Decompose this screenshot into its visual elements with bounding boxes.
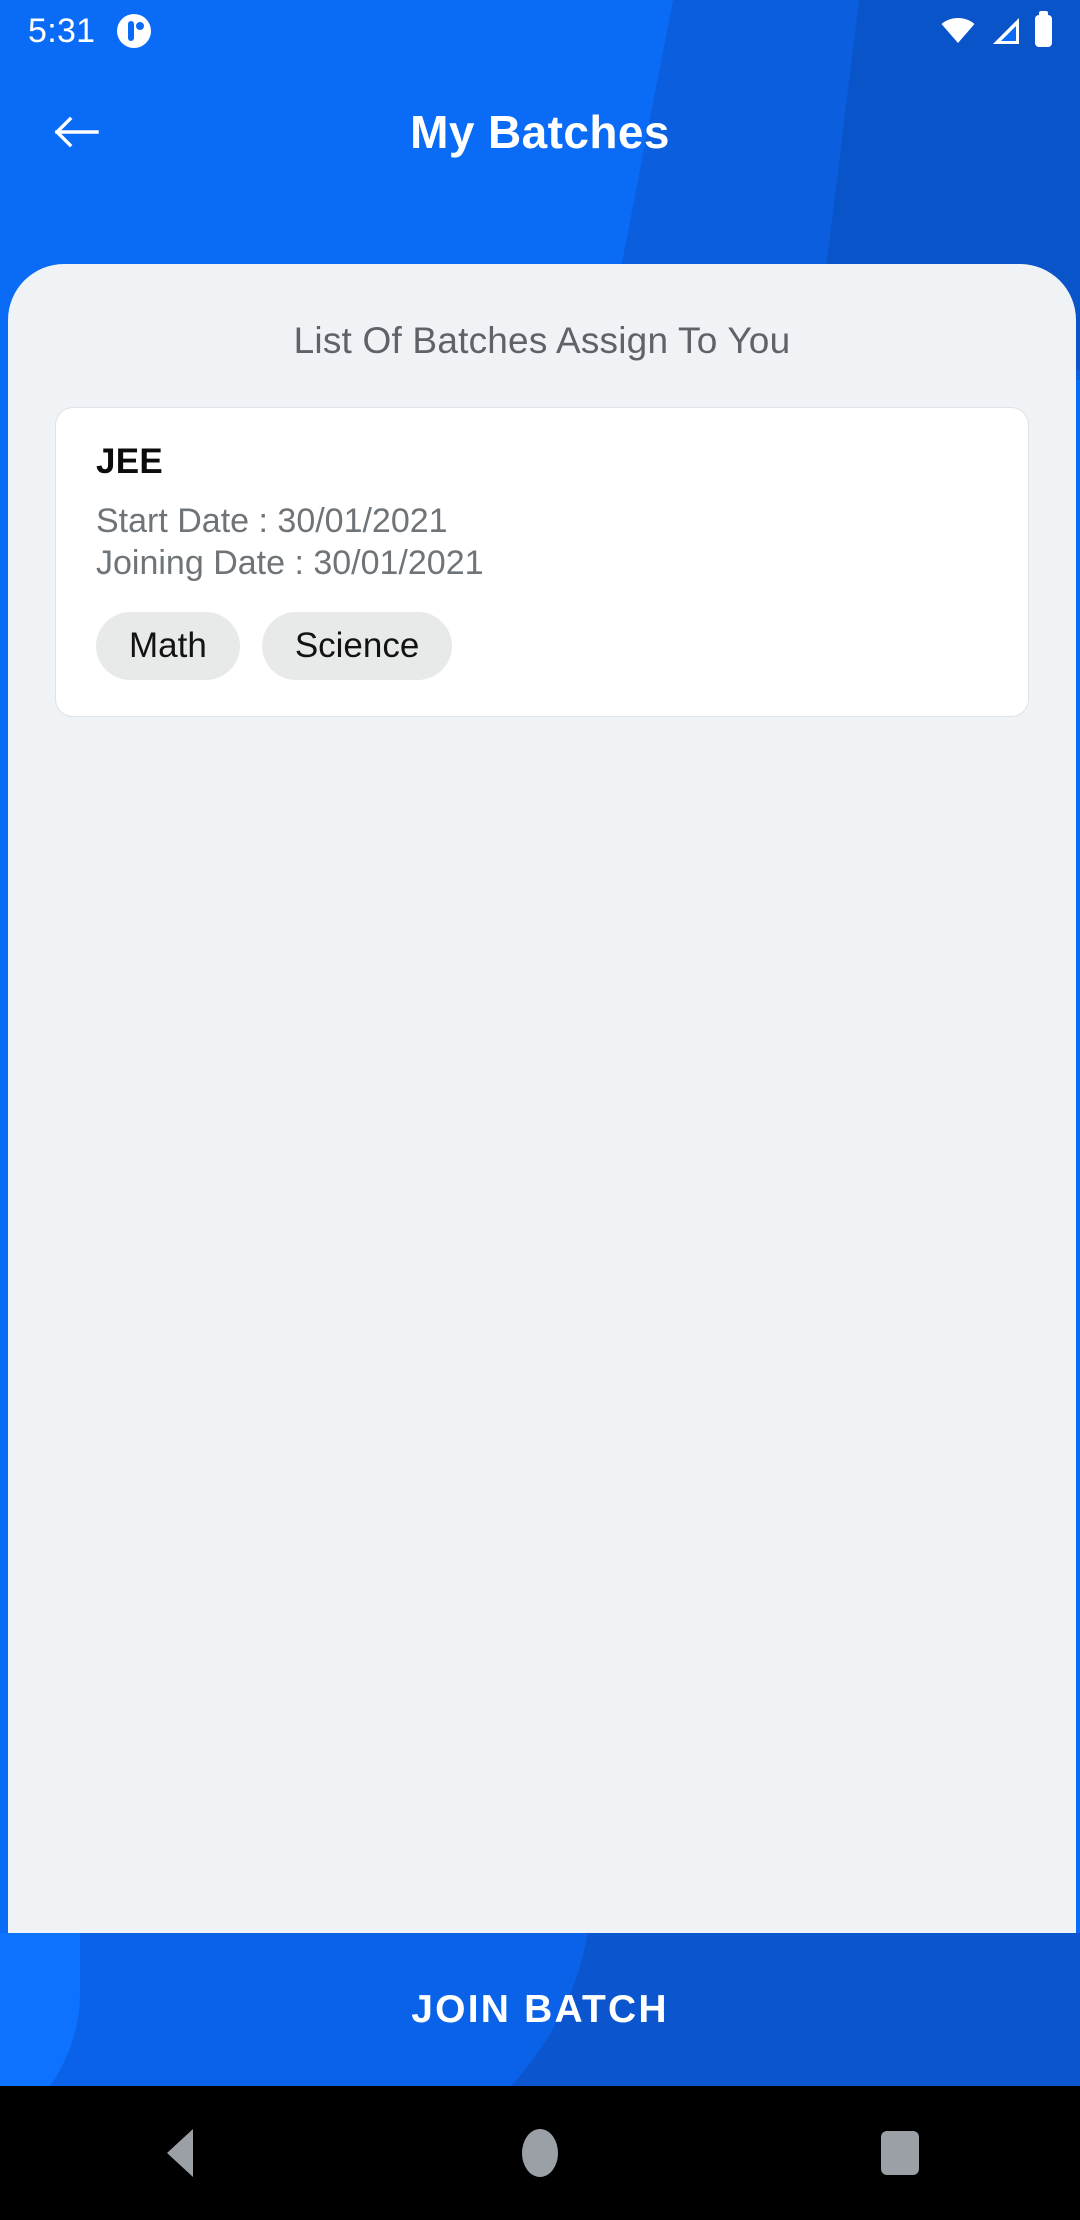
page-title: My Batches bbox=[410, 106, 670, 158]
join-batch-button[interactable]: JOIN BATCH bbox=[0, 1933, 1080, 2086]
subject-chip[interactable]: Science bbox=[261, 611, 453, 681]
android-nav-bar bbox=[0, 2086, 1080, 2220]
batch-name: JEE bbox=[96, 442, 164, 481]
status-bar: 5:31 bbox=[0, 0, 1080, 62]
batch-joining-date: Joining Date : 30/01/2021 bbox=[96, 543, 484, 582]
join-batch-label: JOIN BATCH bbox=[411, 1987, 669, 2031]
batch-start-date: Start Date : 30/01/2021 bbox=[96, 502, 448, 540]
cellular-signal-icon bbox=[989, 17, 1021, 45]
app-circle-icon bbox=[117, 14, 152, 48]
content-panel: List Of Batches Assign To You JEE Start … bbox=[8, 264, 1076, 1933]
app-bar: My Batches bbox=[0, 62, 1080, 202]
battery-icon bbox=[1035, 11, 1052, 47]
nav-recents-icon[interactable] bbox=[720, 2131, 1080, 2175]
batch-dates: Start Date : 30/01/2021 Joining Date : 3… bbox=[96, 502, 988, 584]
nav-home-icon[interactable] bbox=[360, 2129, 720, 2177]
wifi-icon bbox=[941, 18, 975, 44]
status-bar-clock: 5:31 bbox=[28, 11, 96, 50]
batch-card[interactable]: JEE Start Date : 30/01/2021 Joining Date… bbox=[55, 407, 1029, 718]
nav-back-icon[interactable] bbox=[0, 2129, 360, 2177]
app-screen: 5:31 My Batches List Of Batches Assign T… bbox=[0, 0, 1080, 2220]
status-bar-icons bbox=[941, 11, 1052, 47]
subject-chip-row: Math Science bbox=[96, 611, 988, 681]
panel-heading: List Of Batches Assign To You bbox=[293, 320, 791, 361]
subject-chip[interactable]: Math bbox=[96, 611, 240, 681]
batch-list: JEE Start Date : 30/01/2021 Joining Date… bbox=[8, 407, 1076, 718]
